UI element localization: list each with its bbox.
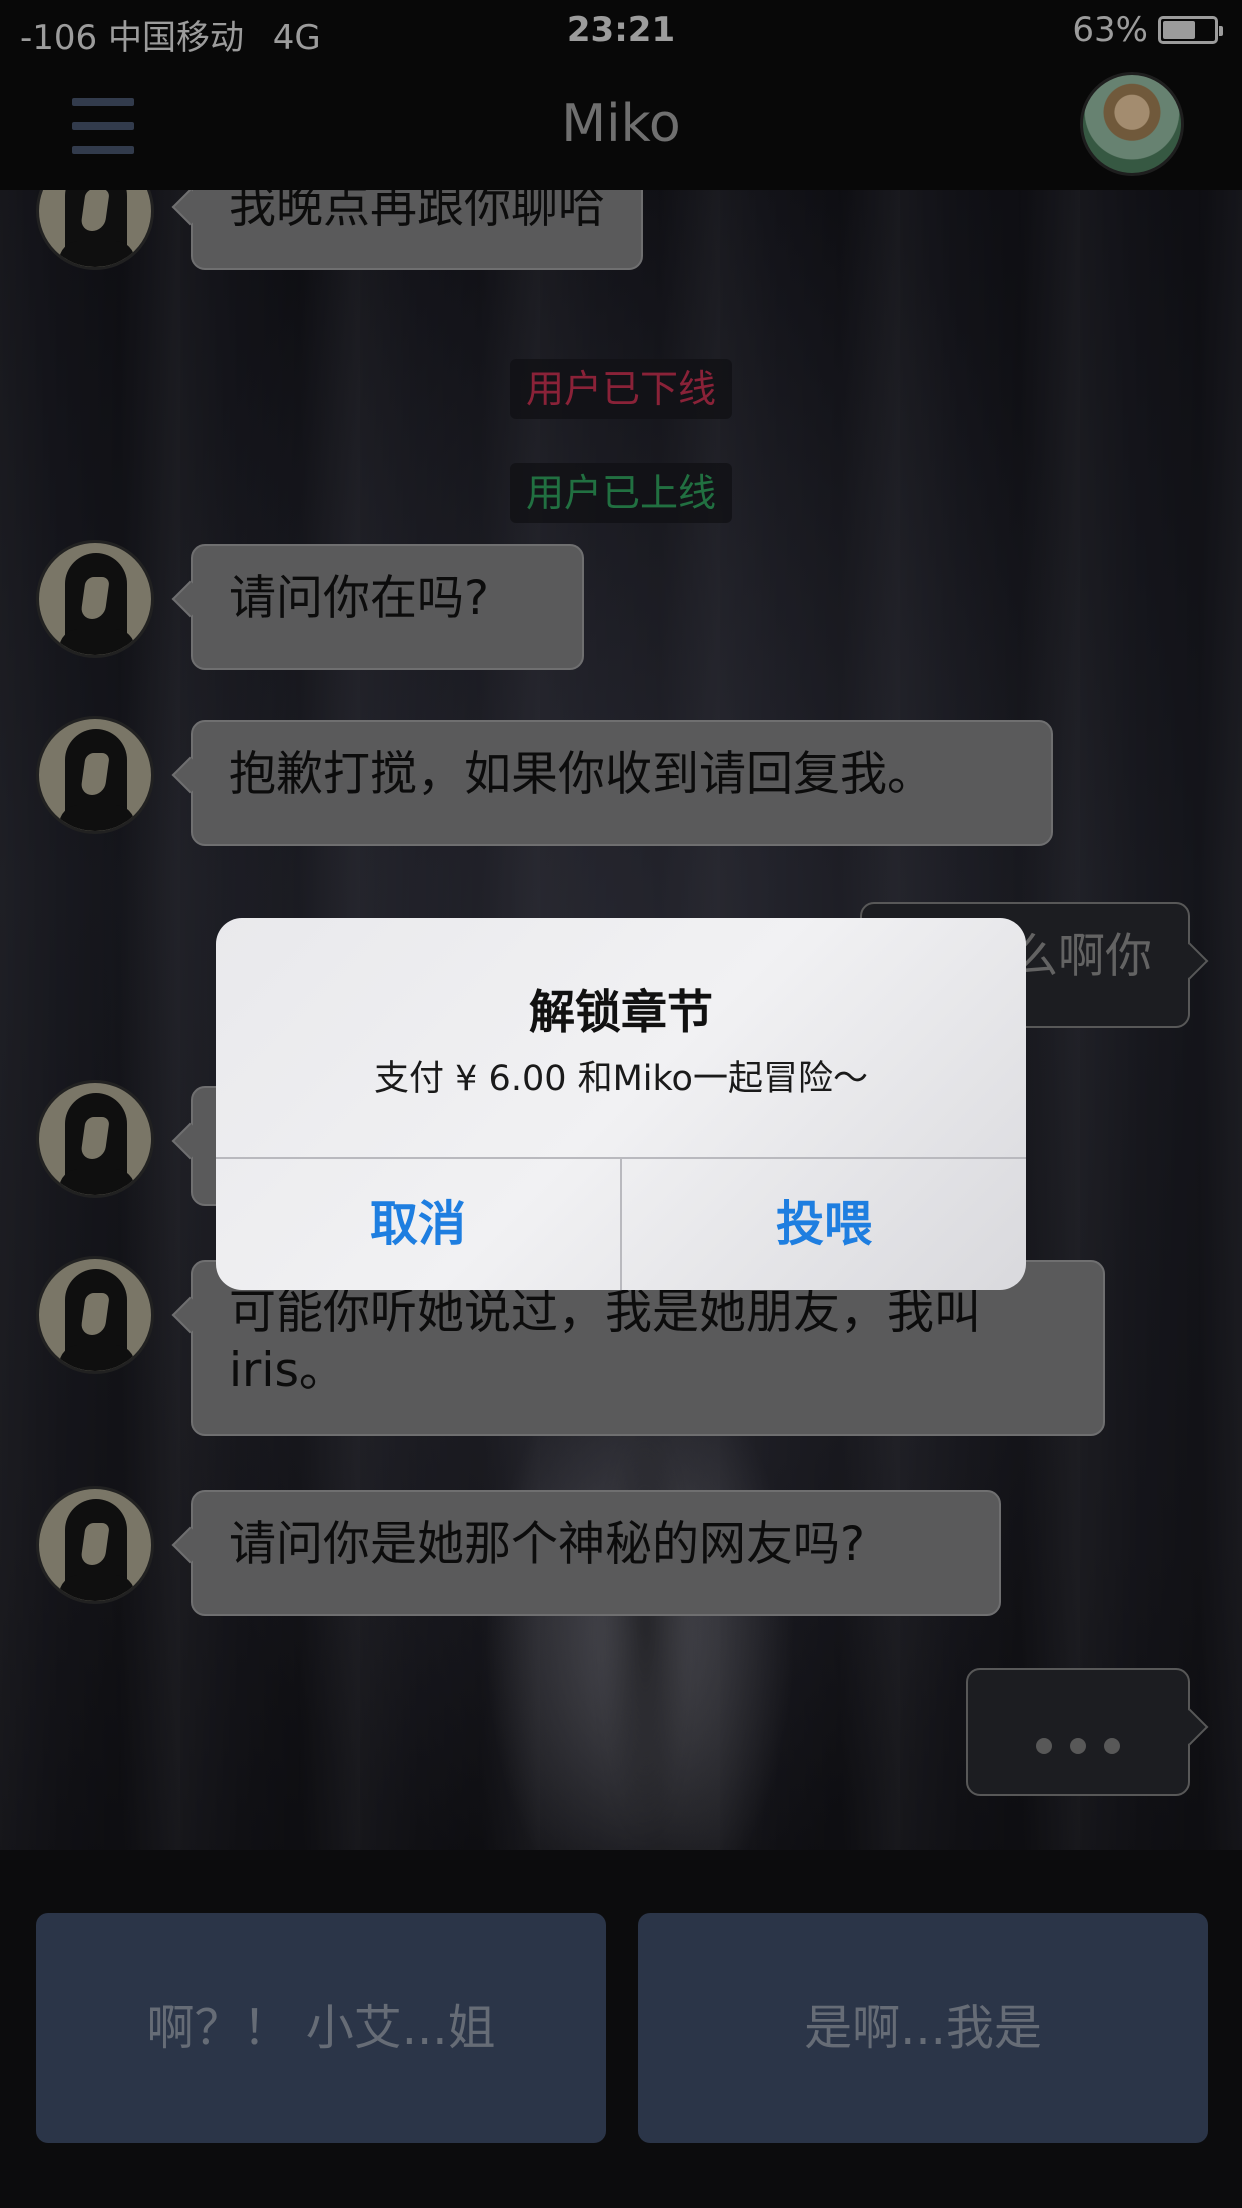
cancel-button[interactable]: 取消 bbox=[216, 1158, 620, 1290]
unlock-chapter-dialog: 解锁章节 支付 ¥ 6.00 和Miko一起冒险～ 取消 投喂 bbox=[216, 918, 1026, 1290]
confirm-pay-button[interactable]: 投喂 bbox=[622, 1158, 1026, 1290]
dialog-message: 支付 ¥ 6.00 和Miko一起冒险～ bbox=[374, 1059, 868, 1099]
dialog-title: 解锁章节 bbox=[529, 985, 713, 1039]
